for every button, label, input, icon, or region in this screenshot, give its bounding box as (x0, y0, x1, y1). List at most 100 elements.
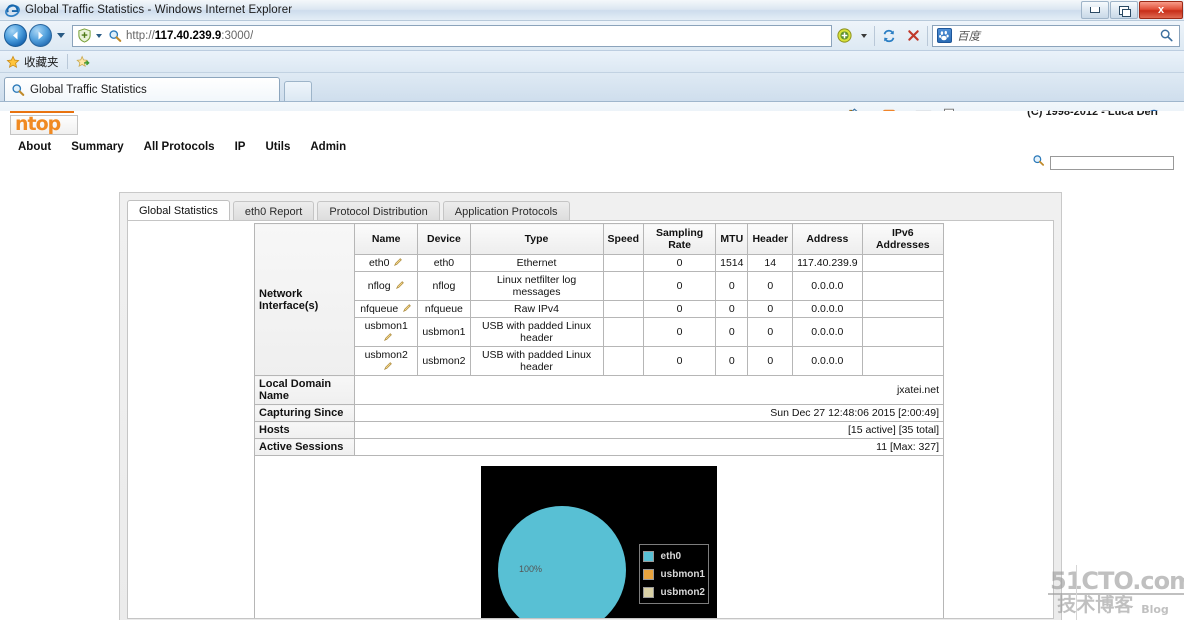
iface-device: nfqueue (417, 300, 471, 318)
address-bar[interactable]: http://117.40.239.9:3000/ (72, 24, 832, 47)
tab-protocol-distribution[interactable]: Protocol Distribution (317, 201, 440, 221)
browser-search-input[interactable]: 百度 (957, 28, 1159, 44)
nav-item-utils[interactable]: Utils (255, 141, 300, 153)
iface-sampling-rate: 0 (643, 300, 717, 318)
iface-name-cell[interactable]: usbmon1 (354, 317, 419, 347)
col-type: Type (469, 223, 604, 255)
favorites-label[interactable]: 收藏夹 (24, 54, 59, 70)
search-icon (108, 29, 122, 43)
legend-item: eth0 (642, 547, 705, 565)
tab-eth0-report[interactable]: eth0 Report (232, 201, 315, 221)
col-sampling-rate: Sampling Rate (643, 223, 717, 255)
add-to-favorites-bar-icon[interactable] (75, 55, 90, 69)
iface-address: 0.0.0.0 (792, 300, 863, 318)
ntop-logo[interactable]: ntop (10, 111, 78, 135)
minimize-button[interactable] (1081, 1, 1109, 19)
tab-label: Application Protocols (454, 205, 558, 218)
close-button[interactable]: x (1139, 1, 1183, 19)
browser-search-box[interactable]: 百度 (932, 24, 1180, 47)
summary-row-hosts: Hosts [15 active] [35 total] (253, 421, 944, 439)
new-tab-button[interactable] (284, 81, 312, 101)
iface-sampling-rate: 0 (643, 271, 717, 301)
summary-value: jxatei.net (354, 375, 944, 405)
ntop-logo-box: ntop (10, 115, 78, 135)
watermark-site: 51CTO.com (1048, 569, 1184, 595)
tab-label: eth0 Report (244, 205, 303, 218)
iface-device: usbmon1 (417, 317, 471, 347)
iface-name-cell[interactable]: usbmon2 (354, 346, 419, 376)
search-icon[interactable] (1159, 28, 1175, 44)
close-icon (907, 30, 919, 41)
nav-item-all-protocols[interactable]: All Protocols (134, 141, 225, 153)
iface-mtu: 0 (715, 271, 749, 301)
tab-label: Protocol Distribution (329, 205, 428, 218)
address-shield-dropdown[interactable] (93, 25, 104, 47)
legend-swatch (642, 568, 654, 580)
nav-item-ip[interactable]: IP (225, 141, 256, 153)
table-header-row: Network Interface(s) Name Device Type Sp… (253, 223, 945, 376)
summary-label: Active Sessions (253, 438, 356, 456)
nav-item-summary[interactable]: Summary (61, 141, 133, 153)
tab-application-protocols[interactable]: Application Protocols (442, 201, 570, 221)
iface-sampling-rate: 0 (643, 346, 717, 376)
toolbar-divider (927, 25, 928, 46)
iface-header: 0 (747, 346, 794, 376)
compatibility-view-button[interactable] (832, 24, 856, 48)
col-speed: Speed (602, 223, 645, 255)
iface-name: nfqueue (360, 303, 399, 315)
iface-sampling-rate: 0 (643, 317, 717, 347)
site-watermark: 51CTO.com 技术博客 Blog (1048, 565, 1184, 620)
pencil-icon[interactable] (383, 332, 393, 342)
chart-cell: 100% eth0 usbmon1 usbmon2 (254, 455, 944, 618)
watermark-subtitle: 技术博客 Blog (1048, 596, 1178, 617)
pie-slice-label: 100% (519, 564, 543, 574)
browser-tab-title: Global Traffic Statistics (30, 83, 147, 96)
pencil-icon[interactable] (402, 303, 412, 313)
iface-address: 0.0.0.0 (792, 271, 863, 301)
pencil-icon[interactable] (395, 280, 405, 290)
table-row: usbmon1 usbmon1 USB with padded Linux he… (255, 317, 945, 347)
baidu-icon (937, 28, 952, 43)
restore-icon (1119, 5, 1131, 17)
iface-name-cell[interactable]: eth0 (354, 254, 419, 272)
chevron-down-icon (861, 33, 867, 38)
navigation-bar: http://117.40.239.9:3000/ 百度 (0, 21, 1184, 51)
stop-button[interactable] (901, 24, 925, 48)
legend-label: eth0 (660, 550, 682, 562)
iface-ipv6 (861, 300, 945, 318)
url-path: :3000/ (221, 29, 254, 42)
forward-button[interactable] (29, 24, 52, 47)
ntop-logo-text: ntop (15, 115, 61, 135)
tab-global-statistics[interactable]: Global Statistics (127, 200, 230, 221)
iface-mtu: 0 (715, 317, 749, 347)
window-controls: x (1080, 0, 1183, 20)
nav-item-admin[interactable]: Admin (300, 141, 356, 153)
iface-name-cell[interactable]: nflog (354, 271, 419, 301)
legend-swatch (642, 550, 654, 562)
iface-type: Linux netfilter log messages (469, 271, 604, 301)
iface-name-cell[interactable]: nfqueue (354, 300, 419, 318)
history-dropdown-button[interactable] (54, 25, 68, 47)
compatibility-dropdown-button[interactable] (856, 24, 872, 48)
back-button[interactable] (4, 24, 27, 47)
iface-type: Raw IPv4 (469, 300, 604, 318)
chart-row: 100% eth0 usbmon1 usbmon2 (254, 455, 944, 618)
browser-tab[interactable]: Global Traffic Statistics (4, 77, 280, 101)
iface-header: 14 (747, 254, 794, 272)
compatibility-view-icon (836, 28, 852, 43)
nav-item-about[interactable]: About (8, 141, 61, 153)
iface-name: eth0 (368, 257, 390, 269)
iface-device: nflog (417, 271, 471, 301)
chart-legend: eth0 usbmon1 usbmon2 (638, 544, 709, 604)
restore-button[interactable] (1110, 1, 1138, 19)
pencil-icon[interactable] (393, 257, 403, 267)
iface-speed (602, 346, 645, 376)
table-row: nflog nflog Linux netfilter log messages… (255, 271, 945, 301)
iface-speed (602, 271, 645, 301)
refresh-button[interactable] (877, 24, 901, 48)
ntop-search-input[interactable] (1050, 156, 1174, 170)
iface-mtu: 1514 (715, 254, 749, 272)
favorites-star-icon (6, 54, 20, 69)
pencil-icon[interactable] (383, 361, 393, 371)
iface-sampling-rate: 0 (643, 254, 717, 272)
